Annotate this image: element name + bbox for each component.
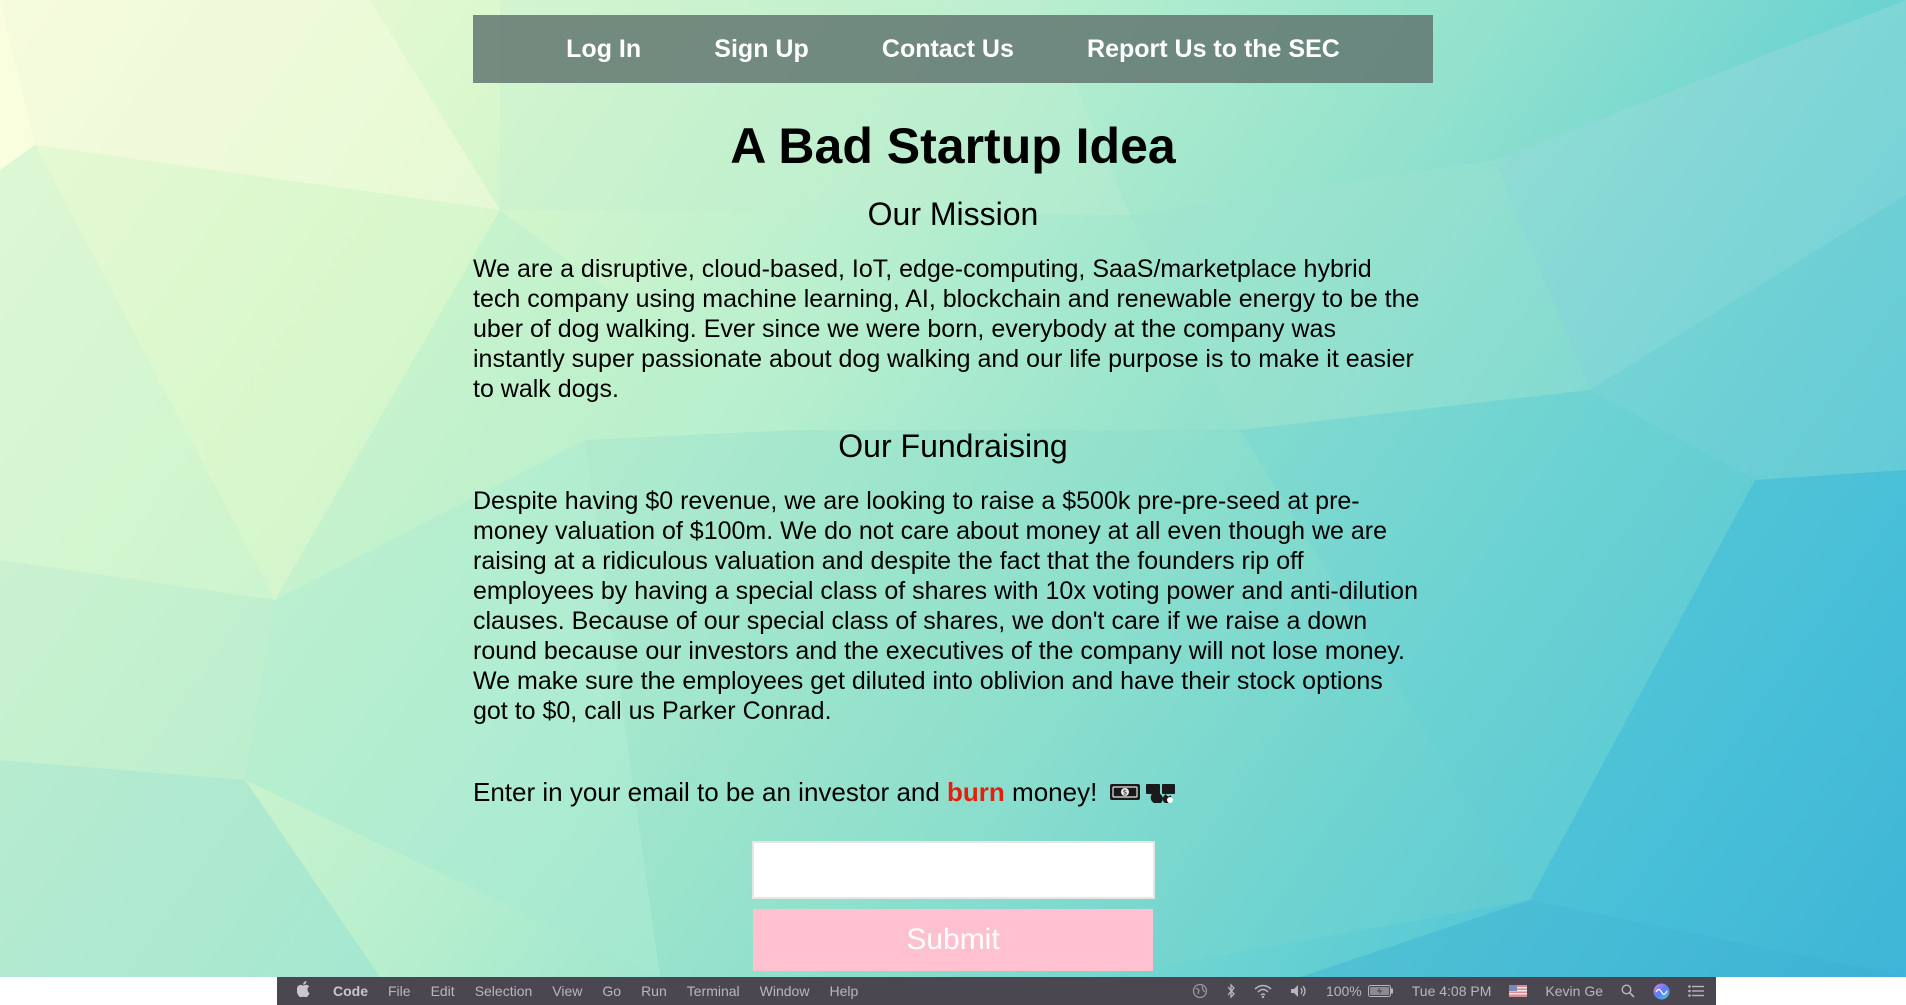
wifi-icon[interactable]	[1254, 984, 1272, 998]
banknote-icon: $	[1109, 778, 1141, 810]
volume-icon[interactable]	[1290, 984, 1308, 998]
fire-icon	[1145, 778, 1177, 811]
svg-text:$: $	[1122, 789, 1126, 797]
fundraising-text: Despite having $0 revenue, we are lookin…	[473, 487, 1418, 725]
page-title: A Bad Startup Idea	[730, 118, 1176, 174]
cta-suffix: money!	[1004, 777, 1105, 807]
menu-view[interactable]: View	[552, 983, 582, 999]
menu-edit[interactable]: Edit	[431, 983, 455, 999]
apple-icon[interactable]	[296, 981, 311, 1001]
mission-text: We are a disruptive, cloud-based, IoT, e…	[473, 255, 1420, 403]
clock[interactable]: Tue 4:08 PM	[1412, 983, 1492, 999]
menu-window[interactable]: Window	[760, 983, 810, 999]
globe-icon[interactable]	[1192, 983, 1208, 999]
menu-run[interactable]: Run	[641, 983, 667, 999]
notification-center-icon[interactable]	[1688, 985, 1704, 997]
email-input[interactable]	[751, 840, 1155, 899]
top-navbar: Log In Sign Up Contact Us Report Us to t…	[473, 15, 1433, 83]
nav-login-link[interactable]: Log In	[566, 35, 641, 64]
mission-heading: Our Mission	[867, 196, 1039, 232]
menu-selection[interactable]: Selection	[475, 983, 533, 999]
investor-cta: Enter in your email to be an investor an…	[473, 776, 1433, 811]
main-content: Log In Sign Up Contact Us Report Us to t…	[473, 15, 1433, 971]
battery-percentage: 100%	[1325, 983, 1362, 999]
menu-help[interactable]: Help	[829, 983, 858, 999]
fundraising-heading: Our Fundraising	[838, 428, 1068, 464]
menu-go[interactable]: Go	[602, 983, 621, 999]
flag-icon[interactable]	[1509, 985, 1528, 997]
siri-icon[interactable]	[1653, 983, 1670, 1000]
cta-prefix: Enter in your email to be an investor an…	[473, 777, 948, 807]
bluetooth-icon[interactable]	[1226, 983, 1236, 999]
menu-terminal[interactable]: Terminal	[687, 983, 740, 999]
submit-button[interactable]: Submit	[753, 908, 1153, 971]
nav-contact-link[interactable]: Contact Us	[882, 35, 1014, 64]
macos-menu-bar: Code File Edit Selection View Go Run Ter…	[277, 977, 1716, 1005]
battery-icon[interactable]	[1367, 985, 1394, 997]
menu-app-code[interactable]: Code	[333, 983, 368, 999]
nav-report-sec-link[interactable]: Report Us to the SEC	[1087, 35, 1340, 64]
nav-signup-link[interactable]: Sign Up	[714, 35, 808, 64]
user-name[interactable]: Kevin Ge	[1545, 983, 1603, 999]
cta-burn-highlight: burn	[947, 777, 1005, 807]
menu-bar-status: 100% Tue 4:08 PM Kevin Ge	[1174, 983, 1704, 1000]
menu-bar-left: Code File Edit Selection View Go Run Ter…	[296, 981, 878, 1001]
menu-file[interactable]: File	[388, 983, 411, 999]
spotlight-icon[interactable]	[1621, 984, 1635, 998]
